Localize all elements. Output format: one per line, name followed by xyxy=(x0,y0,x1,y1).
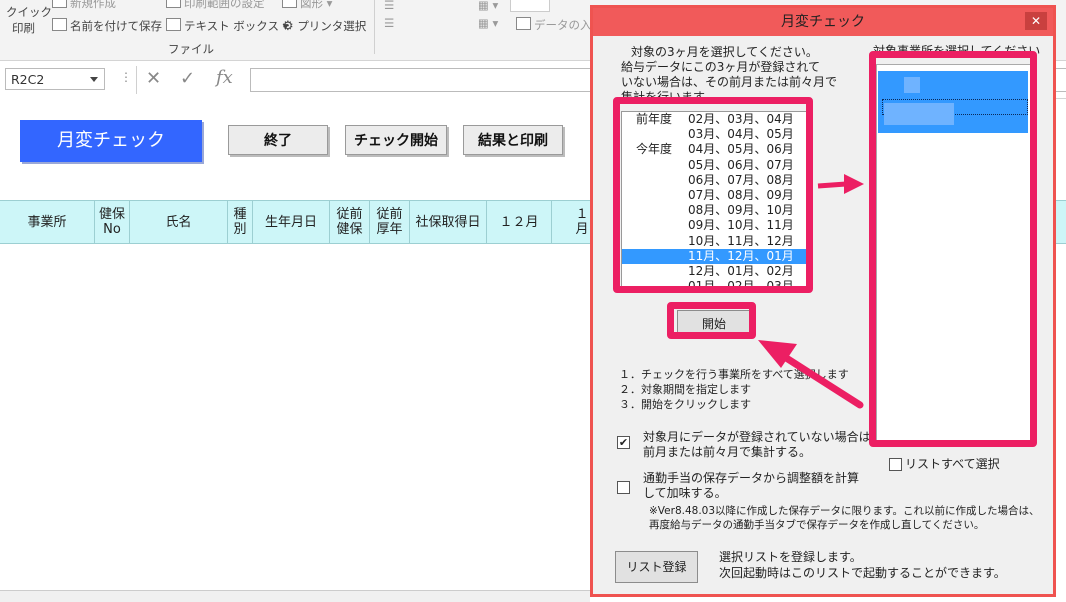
annotation-arrows xyxy=(758,174,864,409)
arrow-to-office-list-icon xyxy=(817,174,864,194)
arrow-to-start-icon xyxy=(758,340,864,409)
